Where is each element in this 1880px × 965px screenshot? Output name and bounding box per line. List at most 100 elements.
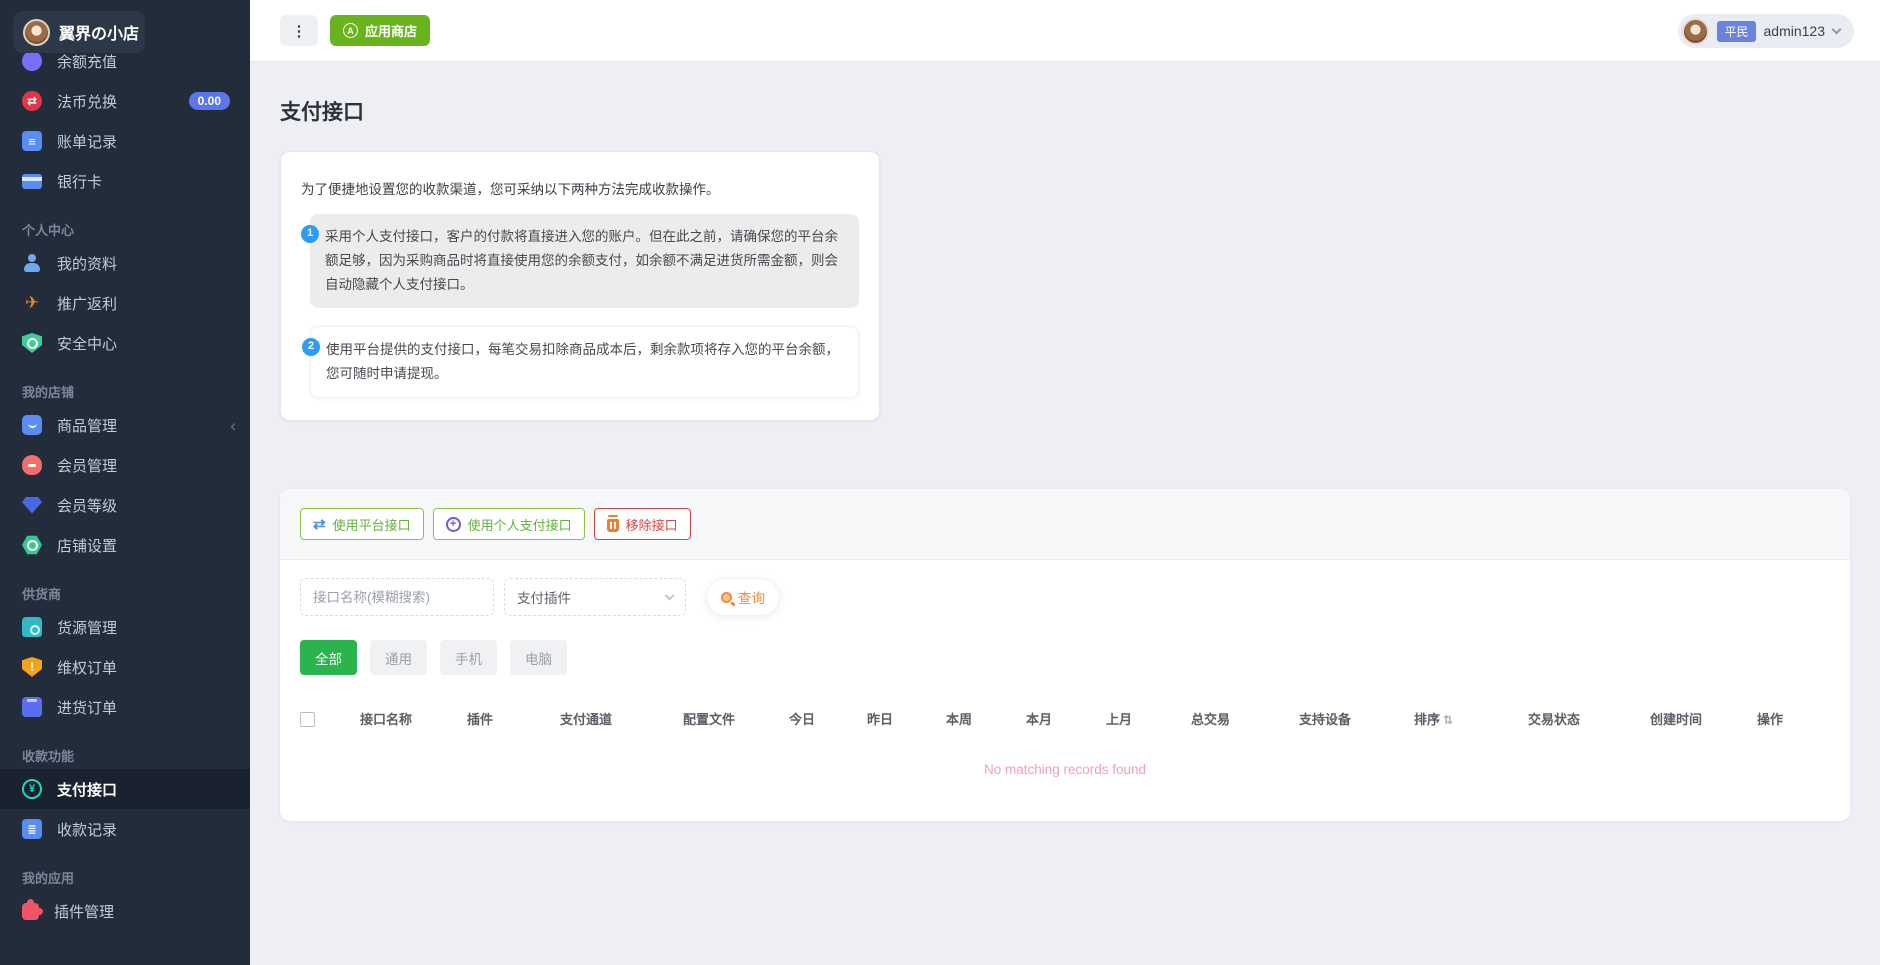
app-store-icon: A [343,23,358,38]
sidebar-item-profile[interactable]: 我的资料 [0,243,250,283]
col-total-transactions: 总交易 [1191,701,1299,736]
panel-body: 支付插件 查询 全部 通用 手机 电脑 [280,560,1850,787]
sidebar-item-label: 店铺设置 [57,535,117,556]
sidebar-item-label: 银行卡 [57,171,102,192]
col-this-month: 本月 [1026,701,1106,736]
sidebar-item-security[interactable]: 安全中心 [0,323,250,363]
chevron-down-icon [1832,24,1842,34]
sidebar-item-label: 支付接口 [57,779,117,800]
step-number-badge: 2 [302,338,320,356]
sidebar-item-label: 收款记录 [57,819,117,840]
sidebar-item-label: 会员管理 [57,455,117,476]
step-number-badge: 1 [301,225,319,243]
empty-message: No matching records found [300,736,1830,787]
sidebar-item-bank-card[interactable]: 银行卡 [0,161,250,201]
tab-mobile[interactable]: 手机 [440,640,497,675]
sidebar-item-member-level[interactable]: 会员等级 [0,485,250,525]
col-transaction-status: 交易状态 [1528,701,1650,736]
sort-arrows-icon[interactable]: ⇅ [1443,713,1453,727]
payment-interface-icon [22,779,42,799]
col-today: 今日 [789,701,867,736]
section-header-collection: 收款功能 [0,741,250,769]
sidebar-item-purchase-orders[interactable]: 进货订单 [0,687,250,727]
tab-all[interactable]: 全部 [300,640,357,675]
collection-records-icon [22,819,42,839]
shop-logo[interactable]: 翼界の小店 [13,11,145,53]
col-actions: 操作 [1757,701,1830,736]
section-header-supplier: 供货商 [0,579,250,607]
empty-row: No matching records found [300,736,1830,787]
goods-icon [22,415,42,435]
select-all-header [300,701,360,736]
col-created-time: 创建时间 [1650,701,1757,736]
sidebar-item-bill-records[interactable]: 账单记录 [0,121,250,161]
user-menu[interactable]: 平民 admin123 [1678,14,1854,48]
query-button[interactable]: 查询 [706,578,780,616]
col-config-file: 配置文件 [683,701,789,736]
currency-exchange-icon [22,91,42,111]
notice-step-2: 2 使用平台提供的支付接口，每笔交易扣除商品成本后，剩余款项将存入您的平台余额，… [310,326,859,398]
sidebar-item-label: 维权订单 [57,657,117,678]
payment-plugin-select[interactable]: 支付插件 [504,578,686,616]
security-shield-icon [22,333,42,353]
sidebar-item-label: 安全中心 [57,333,117,354]
plugin-icon [22,903,39,920]
kebab-menu-button[interactable] [280,15,318,46]
sidebar-item-label: 货源管理 [57,617,117,638]
tab-general[interactable]: 通用 [370,640,427,675]
wallet-icon [22,53,42,71]
remove-interface-button[interactable]: 移除接口 [594,508,691,540]
tab-desktop[interactable]: 电脑 [510,640,567,675]
device-tabs: 全部 通用 手机 电脑 [300,640,1830,675]
sidebar-item-balance-recharge[interactable]: 余额充值 [0,53,250,81]
col-interface-name: 接口名称 [360,701,467,736]
interface-panel: 使用平台接口 使用个人支付接口 移除接口 支付插件 [280,489,1850,821]
sidebar-item-label: 插件管理 [54,901,114,922]
interface-name-search-input[interactable] [300,578,494,616]
notice-card: 为了便捷地设置您的收款渠道，您可采纳以下两种方法完成收款操作。 1 采用个人支付… [280,151,880,421]
bill-records-icon [22,131,42,151]
user-name: admin123 [1764,23,1826,39]
sidebar-item-label: 账单记录 [57,131,117,152]
shop-avatar [23,19,50,46]
sidebar-item-label: 进货订单 [57,697,117,718]
sidebar-item-dispute-orders[interactable]: 维权订单 [0,647,250,687]
members-icon [22,455,42,475]
circle-plus-icon [446,517,461,532]
sidebar-item-label: 推广返利 [57,293,117,314]
app: 翼界の小店 余额充值 法币兑换 0.00 账单记录 银行卡 个人中心 [0,0,1880,965]
panel-toolbar: 使用平台接口 使用个人支付接口 移除接口 [280,489,1850,560]
shop-settings-icon [22,535,42,555]
dispute-icon [22,657,42,677]
sidebar-item-label: 我的资料 [57,253,117,274]
use-personal-interface-button[interactable]: 使用个人支付接口 [433,508,585,540]
sidebar-item-members[interactable]: 会员管理 [0,445,250,485]
chevron-down-icon [665,590,675,600]
topbar: A 应用商店 平民 admin123 [250,0,1880,62]
sidebar: 翼界の小店 余额充值 法币兑换 0.00 账单记录 银行卡 个人中心 [0,0,250,965]
col-last-month: 上月 [1106,701,1191,736]
sidebar-item-payment-interface[interactable]: 支付接口 [0,769,250,809]
shop-title: 翼界の小店 [59,20,139,44]
member-level-icon [22,497,42,514]
sidebar-item-supply[interactable]: 货源管理 [0,607,250,647]
trash-icon [607,519,619,532]
use-platform-interface-button[interactable]: 使用平台接口 [300,508,424,540]
section-header-personal: 个人中心 [0,215,250,243]
sidebar-item-plugins[interactable]: 插件管理 [0,891,250,931]
col-this-week: 本周 [946,701,1026,736]
sidebar-item-goods[interactable]: 商品管理 ‹ [0,405,250,445]
sidebar-item-label: 商品管理 [57,415,117,436]
sidebar-item-promotion[interactable]: 推广返利 [0,283,250,323]
promotion-icon [22,293,42,313]
notice-intro: 为了便捷地设置您的收款渠道，您可采纳以下两种方法完成收款操作。 [301,178,859,198]
sidebar-item-collection-records[interactable]: 收款记录 [0,809,250,849]
col-payment-channel: 支付通道 [560,701,683,736]
select-all-checkbox[interactable] [300,712,315,727]
sidebar-item-shop-settings[interactable]: 店铺设置 [0,525,250,565]
filter-row: 支付插件 查询 [300,578,1830,616]
app-store-button[interactable]: A 应用商店 [330,15,430,46]
sidebar-item-currency-exchange[interactable]: 法币兑换 0.00 [0,81,250,121]
interfaces-table: 接口名称 插件 支付通道 配置文件 今日 昨日 本周 本月 上月 总交易 支持设 [300,701,1830,787]
swap-arrows-icon [313,515,326,533]
